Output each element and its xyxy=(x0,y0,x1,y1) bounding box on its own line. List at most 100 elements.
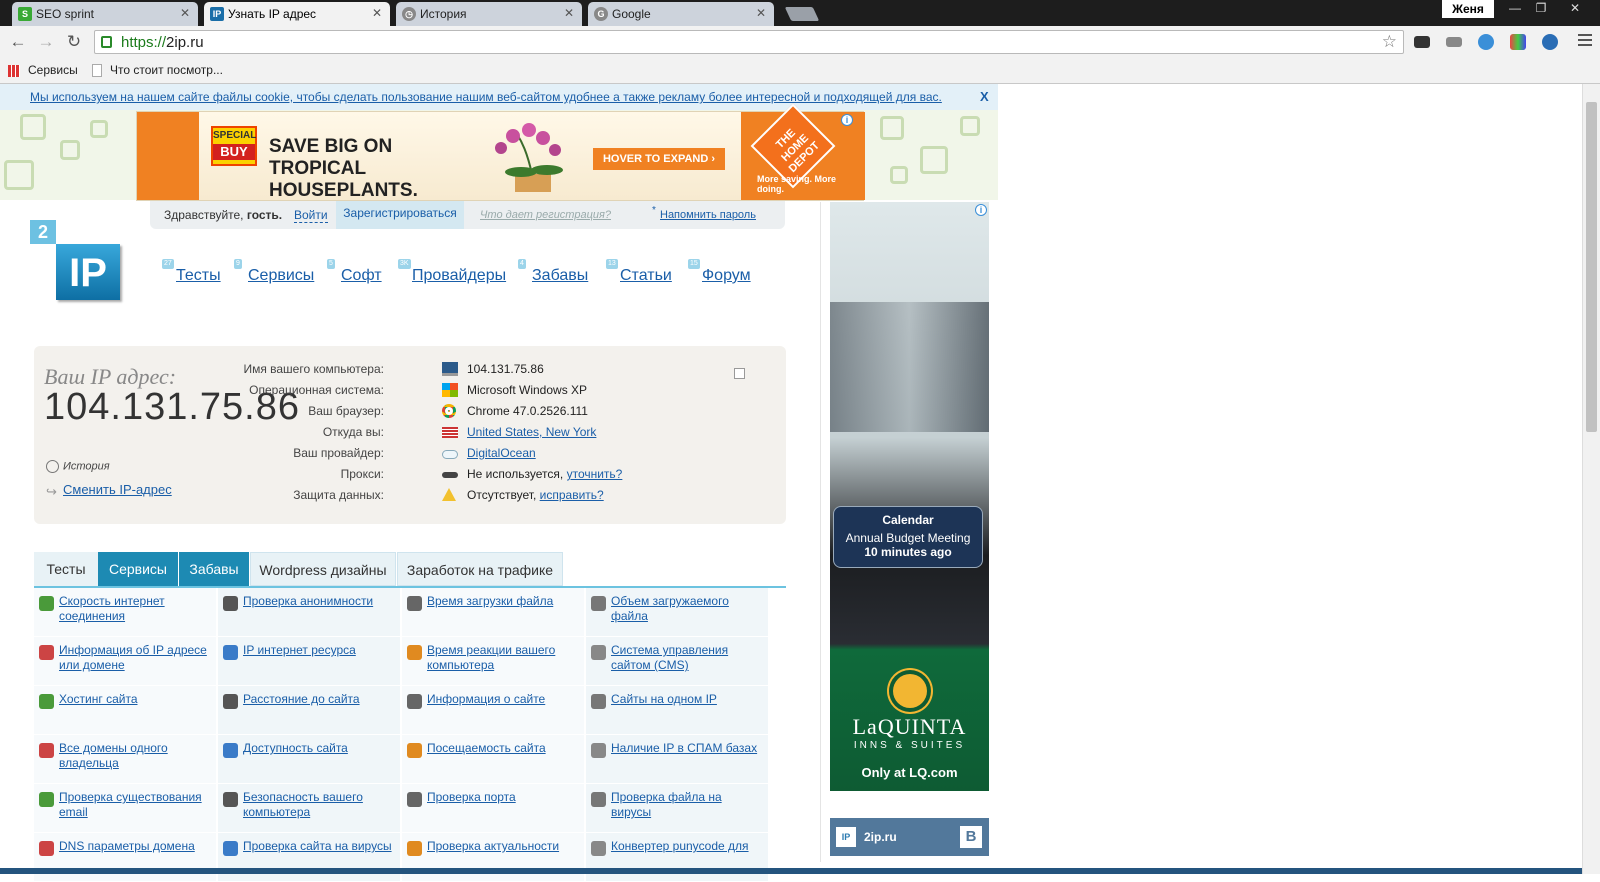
bookmark-star-icon[interactable]: ☆ xyxy=(1382,32,1397,52)
service-item[interactable]: Проверка порта xyxy=(402,784,585,833)
nav-articles[interactable]: 13 Статьи xyxy=(606,259,672,285)
service-item[interactable]: DNS параметры домена xyxy=(34,833,217,882)
history-link[interactable]: История xyxy=(46,460,110,473)
bookmark-services[interactable]: Сервисы xyxy=(28,63,78,77)
site-logo-digit[interactable]: 2 xyxy=(30,220,56,244)
back-icon[interactable]: ← xyxy=(8,32,28,52)
service-item[interactable]: Объем загружаемого файла xyxy=(586,588,769,637)
service-item[interactable]: Проверка анонимности xyxy=(218,588,401,637)
ad-info-icon[interactable]: i xyxy=(841,114,853,126)
change-ip-link[interactable]: ↪ Сменить IP-адрес xyxy=(46,482,172,499)
service-link[interactable]: DNS параметры домена xyxy=(59,839,213,854)
service-link[interactable]: Расстояние до сайта xyxy=(243,692,397,707)
reload-icon[interactable]: ↻ xyxy=(64,32,84,52)
nav-fun[interactable]: 4 Забавы xyxy=(518,259,588,285)
cookie-close-button[interactable]: X xyxy=(980,89,989,104)
service-link[interactable]: Скорость интернет соединения xyxy=(59,594,213,624)
bookmark-watch[interactable]: Что стоит посмотр... xyxy=(110,63,223,77)
nav-services[interactable]: 9 Сервисы xyxy=(234,259,314,285)
tab-wordpress[interactable]: Wordpress дизайны xyxy=(250,552,396,586)
profile-button[interactable]: Женя xyxy=(1442,0,1494,18)
service-item[interactable]: Конвертер punycode для xyxy=(586,833,769,882)
home-depot-ad[interactable]: SPECIAL BUY SAVE BIG ON TROPICAL HOUSEPLA… xyxy=(136,103,865,201)
service-link[interactable]: Доступность сайта xyxy=(243,741,397,756)
close-icon[interactable]: ✕ xyxy=(180,6,190,20)
service-link[interactable]: Проверка анонимности xyxy=(243,594,397,609)
service-link[interactable]: Хостинг сайта xyxy=(59,692,213,707)
service-item[interactable]: Проверка существования email xyxy=(34,784,217,833)
service-link[interactable]: Конвертер punycode для xyxy=(611,839,765,854)
service-item[interactable]: Наличие IP в СПАМ базах xyxy=(586,735,769,784)
service-item[interactable]: Безопасность вашего компьютера xyxy=(218,784,401,833)
tab-2ip[interactable]: IP Узнать IP адрес ✕ xyxy=(204,2,390,26)
service-link[interactable]: Проверка файла на вирусы xyxy=(611,790,765,820)
restore-icon[interactable]: ❐ xyxy=(1530,0,1552,18)
service-link[interactable]: Объем загружаемого файла xyxy=(611,594,765,624)
extension-globe-icon[interactable] xyxy=(1478,34,1494,50)
extension-cast-icon[interactable] xyxy=(1414,36,1430,48)
service-link[interactable]: Информация о сайте xyxy=(427,692,581,707)
close-icon[interactable]: ✕ xyxy=(372,6,382,20)
service-item[interactable]: Проверка сайта на вирусы xyxy=(218,833,401,882)
tab-services[interactable]: Сервисы xyxy=(98,552,178,586)
service-item[interactable]: Время загрузки файла xyxy=(402,588,585,637)
service-link[interactable]: Сайты на одном IP xyxy=(611,692,765,707)
clarify-link[interactable]: уточнить? xyxy=(567,467,623,481)
fix-link[interactable]: исправить? xyxy=(540,488,604,502)
close-window-icon[interactable]: ✕ xyxy=(1564,0,1586,18)
minimize-icon[interactable]: — xyxy=(1504,0,1526,18)
site-logo[interactable]: IP xyxy=(56,244,120,300)
service-link[interactable]: Проверка порта xyxy=(427,790,581,805)
service-link[interactable]: Наличие IP в СПАМ базах xyxy=(611,741,765,756)
nav-soft[interactable]: 5 Софт xyxy=(327,259,382,285)
forward-icon[interactable]: → xyxy=(36,32,56,52)
service-item[interactable]: IP интернет ресурса xyxy=(218,637,401,686)
close-icon[interactable]: ✕ xyxy=(756,6,766,20)
extension-apps-icon[interactable] xyxy=(1510,34,1526,50)
remind-password-link[interactable]: Напомнить пароль xyxy=(660,209,756,221)
service-item[interactable]: Расстояние до сайта xyxy=(218,686,401,735)
menu-icon[interactable] xyxy=(1578,34,1592,48)
address-bar[interactable]: https://2ip.ru ☆ xyxy=(94,30,1404,54)
tab-history[interactable]: ◷ История ✕ xyxy=(396,2,582,26)
service-item[interactable]: Проверка файла на вирусы xyxy=(586,784,769,833)
extension-card-icon[interactable] xyxy=(1446,37,1462,47)
service-item[interactable]: Посещаемость сайта xyxy=(402,735,585,784)
service-link[interactable]: Система управления сайтом (CMS) xyxy=(611,643,765,673)
hover-to-expand-button[interactable]: HOVER TO EXPAND › xyxy=(593,148,725,170)
service-link[interactable]: Посещаемость сайта xyxy=(427,741,581,756)
vk-widget[interactable]: IP 2ip.ru B xyxy=(830,818,989,856)
service-link[interactable]: Время загрузки файла xyxy=(427,594,581,609)
tab-google[interactable]: G Google ✕ xyxy=(588,2,774,26)
service-item[interactable]: Все домены одного владельца xyxy=(34,735,217,784)
service-link[interactable]: Проверка сайта на вирусы xyxy=(243,839,397,854)
service-item[interactable]: Хостинг сайта xyxy=(34,686,217,735)
tab-tests[interactable]: Тесты xyxy=(34,552,98,586)
provider-link[interactable]: DigitalOcean xyxy=(467,446,536,460)
service-link[interactable]: Безопасность вашего компьютера xyxy=(243,790,397,820)
service-link[interactable]: Информация об IP адресе или домене xyxy=(59,643,213,673)
ad-info-icon[interactable]: i xyxy=(975,204,987,216)
register-button[interactable]: Зарегистрироваться xyxy=(336,201,464,229)
login-link[interactable]: Войти xyxy=(294,208,328,223)
scrollbar-thumb[interactable] xyxy=(1586,102,1597,432)
tab-fun[interactable]: Забавы xyxy=(179,552,249,586)
nav-providers[interactable]: 3K Провайдеры xyxy=(398,259,506,285)
scrollbar[interactable] xyxy=(1582,84,1600,874)
laquinta-ad[interactable]: Calendar Annual Budget Meeting 10 minute… xyxy=(830,202,989,791)
tab-seo-sprint[interactable]: S SEO sprint ✕ xyxy=(12,2,198,26)
service-item[interactable]: Сайты на одном IP xyxy=(586,686,769,735)
why-register-link[interactable]: Что дает регистрация? xyxy=(480,209,611,221)
service-link[interactable]: Время реакции вашего компьютера xyxy=(427,643,581,673)
nav-tests[interactable]: 27 Тесты xyxy=(162,259,221,285)
tab-traffic[interactable]: Заработок на трафике xyxy=(397,552,563,586)
new-tab-button[interactable] xyxy=(784,7,820,21)
service-item[interactable]: Система управления сайтом (CMS) xyxy=(586,637,769,686)
service-link[interactable]: Проверка существования email xyxy=(59,790,213,820)
service-link[interactable]: Проверка актуальности xyxy=(427,839,581,854)
service-item[interactable]: Скорость интернет соединения xyxy=(34,588,217,637)
service-item[interactable]: Информация об IP адресе или домене xyxy=(34,637,217,686)
service-link[interactable]: Все домены одного владельца xyxy=(59,741,213,771)
close-icon[interactable]: ✕ xyxy=(564,6,574,20)
nav-forum[interactable]: 15 Форум xyxy=(688,259,751,285)
